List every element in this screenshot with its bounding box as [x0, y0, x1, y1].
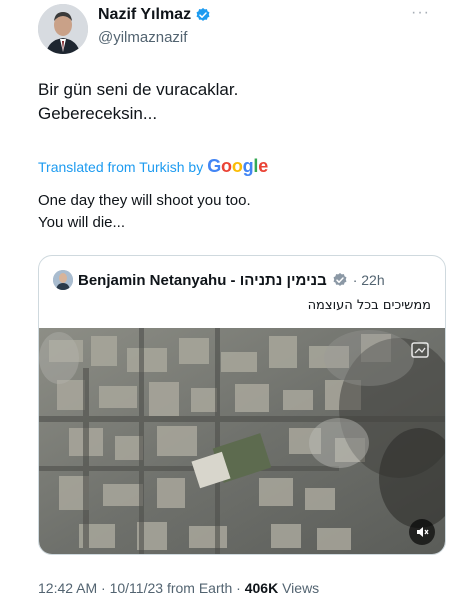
translated-text-line: One day they will shoot you too. [38, 192, 251, 209]
quoted-verified-badge-icon [332, 272, 348, 288]
verified-badge-icon [195, 7, 211, 23]
translated-text-line: You will die... [38, 214, 125, 231]
tweet-text-line: Gebereceksin... [38, 104, 158, 123]
quoted-tweet-text: ממשיכים בכל העוצמה [307, 298, 431, 313]
quoted-tweet-time[interactable]: · 22h [353, 272, 385, 288]
quoted-author-name[interactable]: Benjamin Netanyahu - בנימין נתניהו [78, 272, 327, 289]
quoted-tweet-header: Benjamin Netanyahu - בנימין נתניהו · 22h [53, 270, 385, 290]
views-label: Views [282, 580, 320, 596]
tweet-text: Bir gün seni de vuracaklar. Gebereceksin… [38, 78, 418, 126]
more-options-icon[interactable]: ··· [411, 4, 430, 22]
caption-icon[interactable] [411, 342, 429, 358]
views-count: 406K [244, 580, 279, 596]
tweet-card: Nazif Yılmaz @yilmaznazif ··· Bir gün se… [0, 0, 450, 602]
quoted-author-avatar[interactable] [53, 270, 73, 290]
google-logo: Google [207, 156, 269, 176]
speaker-muted-icon [417, 527, 429, 537]
author-handle[interactable]: @yilmaznazif [98, 29, 187, 46]
mute-toggle-button[interactable] [409, 519, 435, 545]
tweet-text-line: Bir gün seni de vuracaklar. [38, 80, 239, 99]
aerial-city-image [39, 328, 445, 554]
tweet-meta: 12:42 AM · 10/11/23 from Earth · 406K Vi… [38, 580, 319, 596]
translated-text: One day they will shoot you too. You wil… [38, 190, 418, 234]
author-avatar[interactable] [38, 4, 88, 54]
author-display-name[interactable]: Nazif Yılmaz [98, 6, 191, 24]
quoted-media-video[interactable] [39, 328, 445, 554]
translation-attribution[interactable]: Translated from Turkish by Google [38, 156, 268, 177]
tweet-timestamp[interactable]: 12:42 AM · 10/11/23 from Earth · [38, 580, 245, 596]
translated-label: Translated from Turkish by [38, 158, 204, 175]
author-name-row: Nazif Yılmaz [98, 6, 211, 24]
quoted-tweet[interactable]: Benjamin Netanyahu - בנימין נתניהו · 22h… [38, 255, 446, 555]
